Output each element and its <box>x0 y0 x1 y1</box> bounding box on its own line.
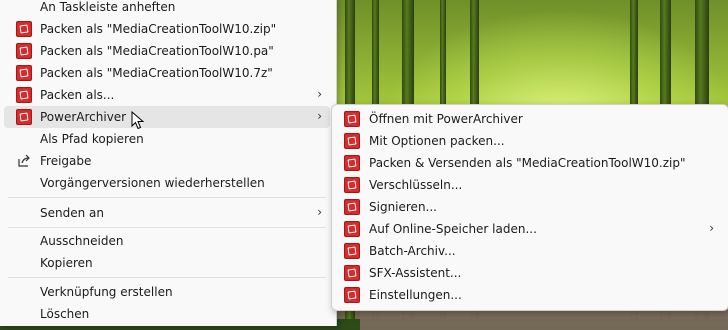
menu-item-label: Kopieren <box>40 256 93 270</box>
share-icon <box>16 153 32 169</box>
menu-item-copy-path[interactable]: Als Pfad kopieren <box>4 128 330 150</box>
powerarchiver-icon <box>16 65 32 81</box>
powerarchiver-icon <box>344 155 360 171</box>
powerarchiver-icon <box>344 133 360 149</box>
submenu-item-pack-options[interactable]: Mit Optionen packen... <box>336 130 722 152</box>
powerarchiver-icon <box>16 43 32 59</box>
menu-item-label: Ausschneiden <box>40 234 124 248</box>
powerarchiver-submenu: Öffnen mit PowerArchiver Mit Optionen pa… <box>331 104 728 311</box>
menu-item-send-to[interactable]: Senden an › <box>4 202 330 224</box>
menu-separator <box>8 197 326 198</box>
powerarchiver-icon <box>344 177 360 193</box>
mouse-cursor-icon <box>131 111 145 130</box>
menu-item-cut[interactable]: Ausschneiden <box>4 230 330 252</box>
submenu-item-settings[interactable]: Einstellungen... <box>336 284 722 306</box>
menu-item-pack-pa[interactable]: Packen als "MediaCreationToolW10.pa" <box>4 40 330 62</box>
submenu-item-upload-online[interactable]: Auf Online-Speicher laden... › <box>336 218 722 240</box>
powerarchiver-icon <box>16 109 32 125</box>
submenu-item-label: Mit Optionen packen... <box>369 134 505 148</box>
submenu-item-sfx-wizard[interactable]: SFX-Assistent... <box>336 262 722 284</box>
menu-item-label: Packen als "MediaCreationToolW10.pa" <box>40 44 274 58</box>
powerarchiver-icon <box>344 243 360 259</box>
powerarchiver-icon <box>16 21 32 37</box>
submenu-item-label: Einstellungen... <box>369 288 462 302</box>
chevron-right-icon: › <box>317 109 322 123</box>
menu-item-restore-versions[interactable]: Vorgängerversionen wiederherstellen <box>4 172 330 194</box>
menu-item-delete[interactable]: Löschen <box>4 303 330 325</box>
submenu-item-label: SFX-Assistent... <box>369 266 462 280</box>
submenu-item-label: Signieren... <box>369 200 437 214</box>
submenu-item-encrypt[interactable]: Verschlüsseln... <box>336 174 722 196</box>
submenu-item-label: Auf Online-Speicher laden... <box>369 222 537 236</box>
submenu-item-sign[interactable]: Signieren... <box>336 196 722 218</box>
menu-item-label: Als Pfad kopieren <box>40 132 144 146</box>
powerarchiver-icon <box>344 221 360 237</box>
menu-item-powerarchiver[interactable]: PowerArchiver › <box>4 106 330 128</box>
submenu-item-label: Packen & Versenden als "MediaCreationToo… <box>369 156 686 170</box>
menu-item-label: Löschen <box>40 307 90 321</box>
menu-separator <box>8 277 326 278</box>
powerarchiver-icon <box>344 265 360 281</box>
menu-item-label: Packen als... <box>40 88 115 102</box>
menu-item-pack-as[interactable]: Packen als... › <box>4 84 330 106</box>
menu-item-share[interactable]: Freigabe <box>4 150 330 172</box>
chevron-right-icon: › <box>709 221 714 235</box>
chevron-right-icon: › <box>317 87 322 101</box>
context-menu: An Taskleiste anheften Packen als "Media… <box>0 0 337 326</box>
submenu-item-pack-send[interactable]: Packen & Versenden als "MediaCreationToo… <box>336 152 722 174</box>
menu-separator <box>8 227 326 228</box>
menu-item-pin-taskbar[interactable]: An Taskleiste anheften <box>4 0 330 18</box>
menu-item-label: Freigabe <box>40 154 92 168</box>
menu-item-pack-zip[interactable]: Packen als "MediaCreationToolW10.zip" <box>4 18 330 40</box>
menu-item-label: Packen als "MediaCreationToolW10.zip" <box>40 22 277 36</box>
menu-item-label: PowerArchiver <box>40 110 127 124</box>
powerarchiver-icon <box>344 111 360 127</box>
submenu-item-label: Batch-Archiv... <box>369 244 456 258</box>
menu-item-label: Senden an <box>40 206 104 220</box>
submenu-item-batch-archive[interactable]: Batch-Archiv... <box>336 240 722 262</box>
menu-item-label: Verknüpfung erstellen <box>40 285 173 299</box>
menu-item-label: Vorgängerversionen wiederherstellen <box>40 176 265 190</box>
menu-item-pack-7z[interactable]: Packen als "MediaCreationToolW10.7z" <box>4 62 330 84</box>
powerarchiver-icon <box>344 199 360 215</box>
menu-item-copy[interactable]: Kopieren <box>4 252 330 274</box>
submenu-item-open[interactable]: Öffnen mit PowerArchiver <box>336 108 722 130</box>
powerarchiver-icon <box>16 87 32 103</box>
powerarchiver-icon <box>344 287 360 303</box>
submenu-item-label: Verschlüsseln... <box>369 178 463 192</box>
menu-item-create-shortcut[interactable]: Verknüpfung erstellen <box>4 281 330 303</box>
submenu-item-label: Öffnen mit PowerArchiver <box>369 112 523 126</box>
menu-item-label: Packen als "MediaCreationToolW10.7z" <box>40 66 273 80</box>
menu-item-label: An Taskleiste anheften <box>40 0 176 14</box>
chevron-right-icon: › <box>317 205 322 219</box>
